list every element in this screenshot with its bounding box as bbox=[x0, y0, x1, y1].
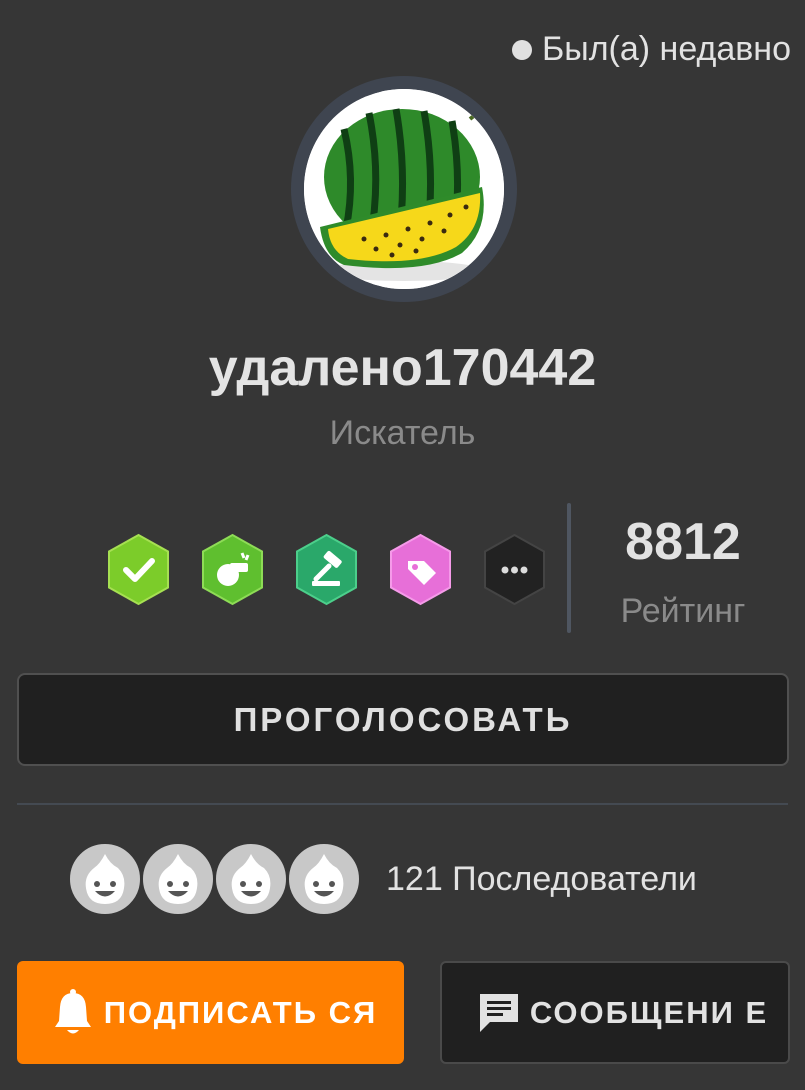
vote-button[interactable]: ПРОГОЛОСОВАТЬ bbox=[17, 673, 789, 766]
message-button[interactable]: СООБЩЕНИ Е bbox=[440, 961, 790, 1064]
follower-avatar-icon bbox=[141, 842, 215, 916]
rating-label: Рейтинг bbox=[620, 592, 746, 630]
follower-avatar-icon bbox=[68, 842, 142, 916]
username: удалено170442 bbox=[208, 339, 597, 397]
gavel-badge-icon[interactable] bbox=[294, 533, 359, 606]
bell-icon bbox=[55, 988, 91, 1033]
whistle-badge-icon[interactable] bbox=[200, 533, 265, 606]
chat-icon bbox=[480, 993, 518, 1032]
avatar-frame bbox=[291, 76, 517, 302]
status-dot-icon bbox=[511, 39, 532, 60]
follower-avatar-icon bbox=[214, 842, 288, 916]
checkmark-badge-icon[interactable] bbox=[106, 533, 171, 606]
followers-count[interactable]: 121 Последователи bbox=[386, 860, 697, 899]
more-badges-icon[interactable] bbox=[482, 533, 547, 606]
section-divider bbox=[17, 803, 788, 805]
message-label: СООБЩЕНИ Е bbox=[529, 994, 769, 1030]
badge-list bbox=[106, 533, 547, 606]
avatar[interactable] bbox=[304, 89, 504, 289]
user-rank: Искатель bbox=[329, 414, 476, 452]
online-status: Был(а) недавно bbox=[511, 30, 791, 69]
tag-badge-icon[interactable] bbox=[388, 533, 453, 606]
rating-value: 8812 bbox=[625, 513, 741, 571]
watermelon-avatar-image bbox=[304, 89, 504, 289]
followers-row[interactable]: 121 Последователи bbox=[68, 842, 697, 916]
status-text: Был(а) недавно bbox=[541, 30, 791, 68]
rating-divider bbox=[567, 503, 571, 633]
follower-avatar-icon bbox=[287, 842, 361, 916]
subscribe-button[interactable]: ПОДПИСАТЬ СЯ bbox=[17, 961, 404, 1064]
subscribe-label: ПОДПИСАТЬ СЯ bbox=[103, 994, 378, 1030]
